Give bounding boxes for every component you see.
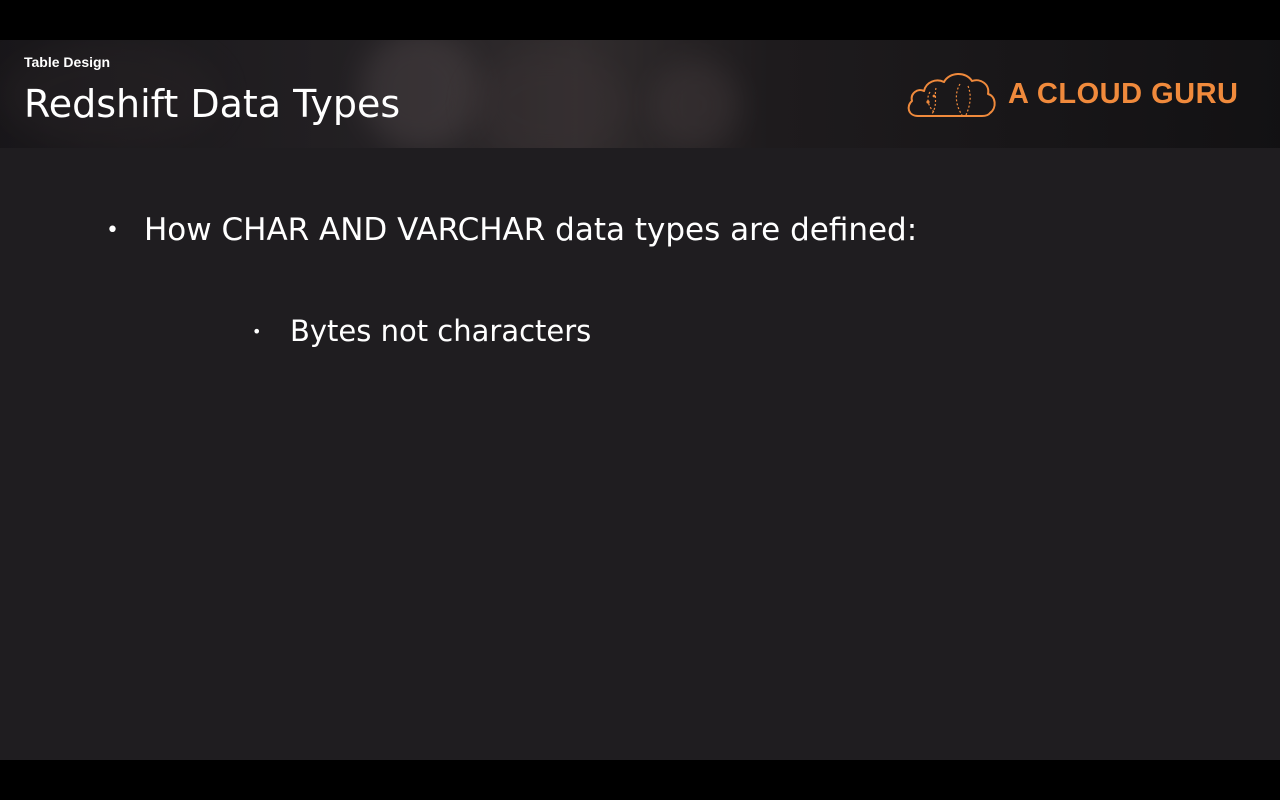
bullet-dot-icon: • [252, 321, 262, 341]
presentation-slide: Table Design Redshift Data Types A CLOUD… [0, 40, 1280, 760]
bullet-item-level-1: • How CHAR AND VARCHAR data types are de… [106, 212, 917, 248]
bullet-dot-icon: • [106, 217, 119, 243]
bullet-item-level-2: • Bytes not characters [252, 314, 591, 348]
bullet-list: • How CHAR AND VARCHAR data types are de… [0, 40, 1280, 760]
bullet-text: Bytes not characters [290, 314, 592, 348]
bullet-text: How CHAR AND VARCHAR data types are defi… [144, 212, 918, 248]
video-frame: Table Design Redshift Data Types A CLOUD… [0, 0, 1280, 800]
